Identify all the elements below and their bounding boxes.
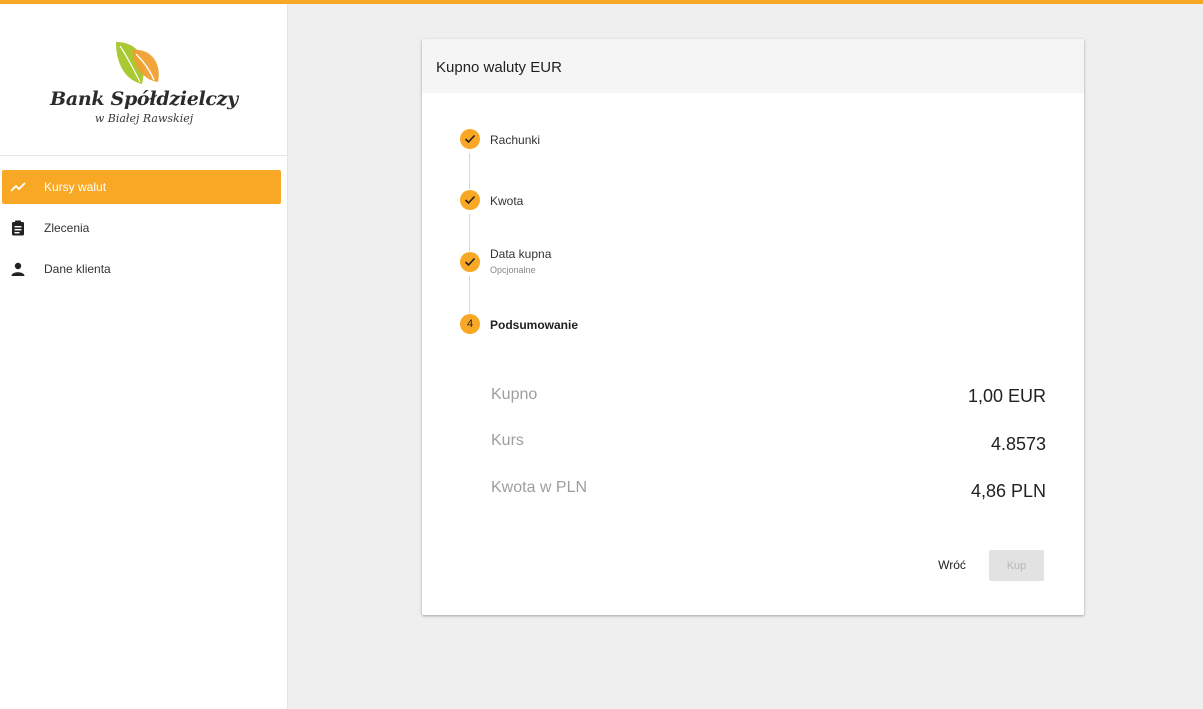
card-header: Kupno waluty EUR xyxy=(422,39,1084,93)
purchase-card: Kupno waluty EUR Rachunki Kwota Data kup… xyxy=(422,39,1084,615)
sidebar-item-dane-klienta[interactable]: Dane klienta xyxy=(2,252,281,286)
sidebar-item-label: Zlecenia xyxy=(44,221,90,235)
step-kwota-check[interactable] xyxy=(460,190,480,210)
person-icon xyxy=(10,261,26,277)
buy-button[interactable]: Kup xyxy=(989,550,1044,581)
leaf-logo-icon xyxy=(116,42,159,84)
step-label-podsumowanie: Podsumowanie xyxy=(490,318,579,332)
step-label-kwota[interactable]: Kwota xyxy=(490,194,523,208)
step-rachunki-check[interactable] xyxy=(460,129,480,149)
step-label-data-kupna[interactable]: Data kupna xyxy=(490,247,551,261)
clipboard-icon xyxy=(10,220,26,236)
back-button[interactable]: Wróć xyxy=(930,551,974,579)
card-title: Kupno waluty EUR xyxy=(436,59,562,76)
check-icon xyxy=(464,134,476,144)
step-number: 4 xyxy=(466,318,474,330)
bank-name: Bank Spółdzielczy xyxy=(50,88,238,110)
step-label-rachunki[interactable]: Rachunki xyxy=(490,133,540,147)
bank-subtitle: w Białej Rawskiej xyxy=(94,112,194,125)
summary-value-kupno: 1,00 EUR xyxy=(967,386,1046,406)
sidebar-item-label: Kursy walut xyxy=(44,180,107,194)
sidebar-item-label: Dane klienta xyxy=(44,262,111,276)
sidebar: Bank Spółdzielczy w Białej Rawskiej Kurs… xyxy=(0,4,288,709)
check-icon xyxy=(464,195,476,205)
sidebar-item-zlecenia[interactable]: Zlecenia xyxy=(2,211,281,245)
summary-label-kurs: Kurs xyxy=(491,432,524,449)
summary-label-kupno: Kupno xyxy=(491,386,538,403)
step-sublabel-optional: Opcjonalne xyxy=(490,265,536,275)
check-icon xyxy=(464,257,476,267)
step-connector xyxy=(469,214,470,251)
step-podsumowanie-number: 4 xyxy=(460,314,480,334)
sidebar-item-kursy-walut[interactable]: Kursy walut xyxy=(2,170,281,204)
summary-value-kwota-pln: 4,86 PLN xyxy=(970,481,1046,501)
trending-up-icon xyxy=(10,179,26,195)
summary-label-kwota-pln: Kwota w PLN xyxy=(491,479,588,496)
summary-value-kurs: 4.8573 xyxy=(990,434,1046,454)
step-connector xyxy=(469,276,470,313)
step-data-kupna-check[interactable] xyxy=(460,252,480,272)
bank-logo: Bank Spółdzielczy w Białej Rawskiej xyxy=(0,4,288,156)
step-connector xyxy=(469,153,470,189)
